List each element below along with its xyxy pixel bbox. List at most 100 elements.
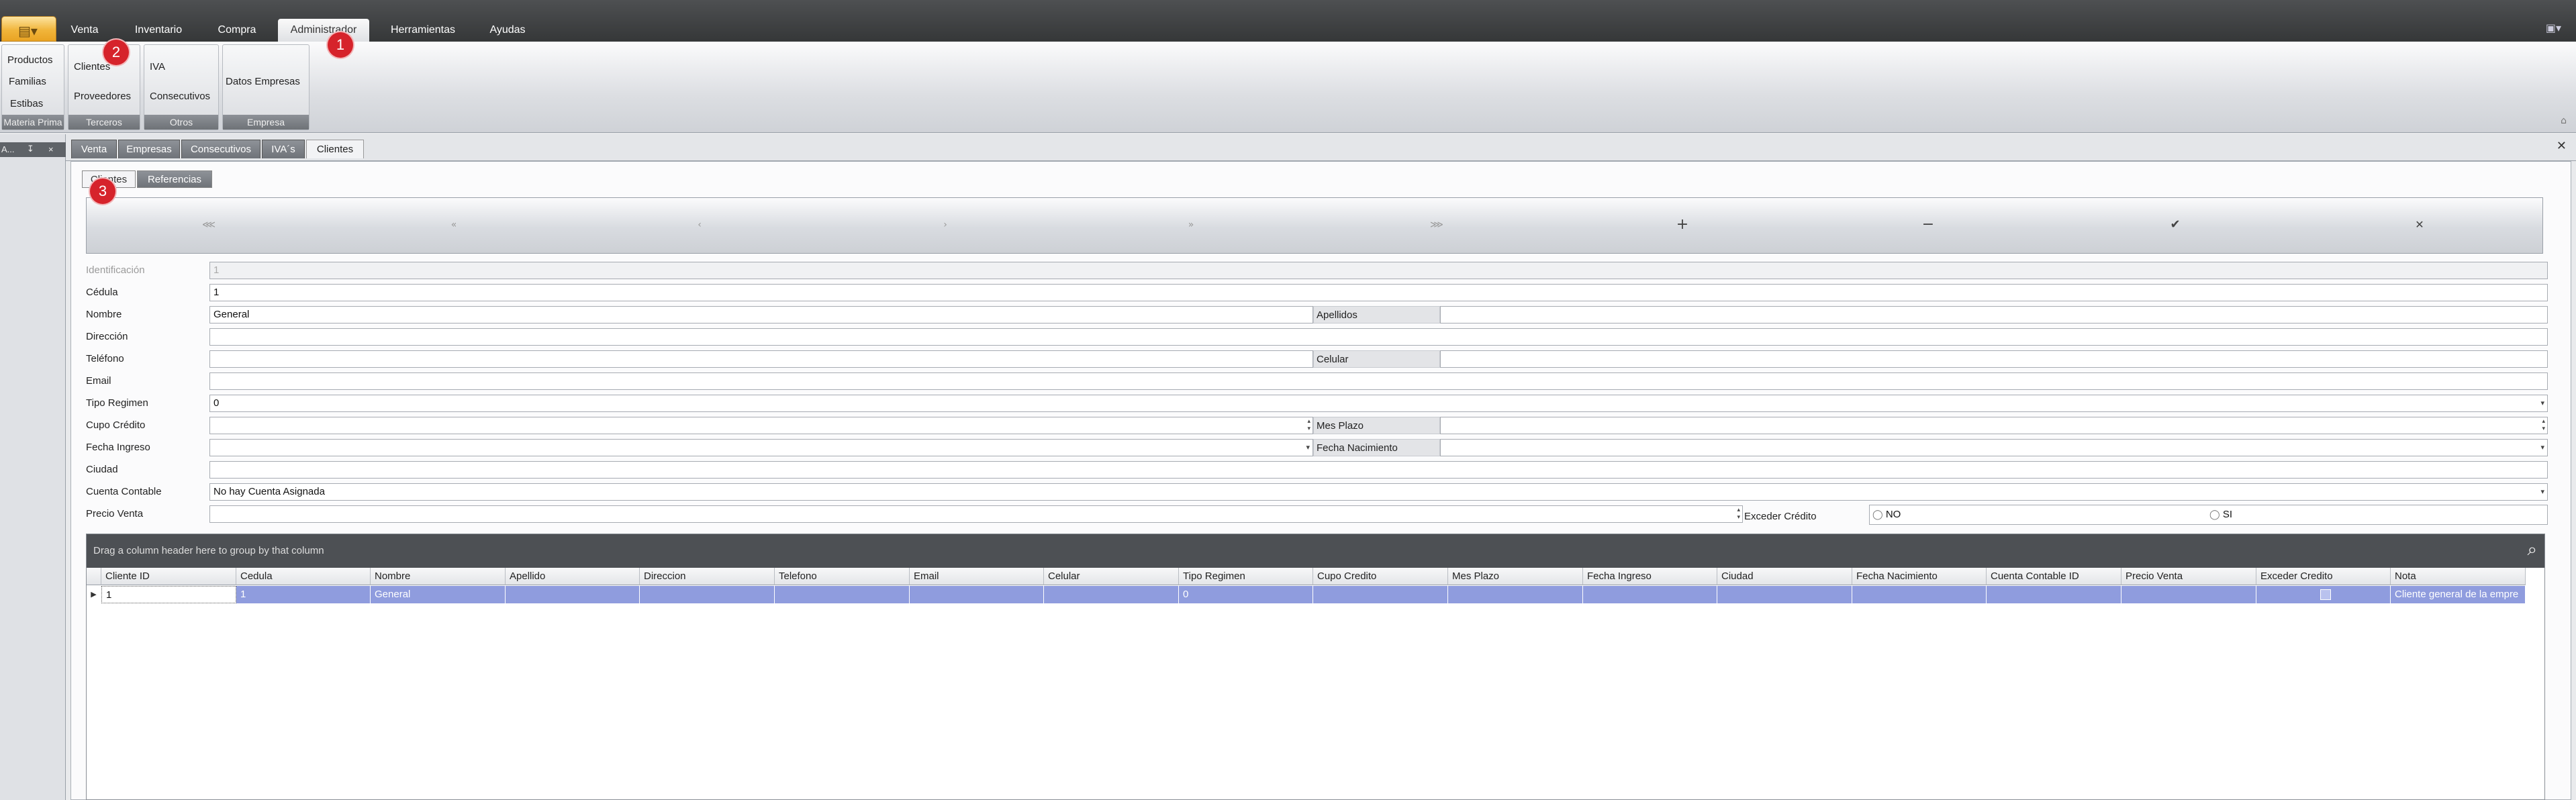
ribbon-tab-venta[interactable]: Venta <box>64 19 105 42</box>
column-header-cliente-id[interactable]: Cliente ID <box>101 568 236 585</box>
celular-field[interactable] <box>1440 350 2548 368</box>
grid-cell-cliente-id[interactable]: 1 <box>101 586 236 603</box>
spin-arrows-icon[interactable]: ▴ ▾ <box>1307 418 1310 433</box>
cedula-field[interactable]: 1 <box>209 284 2548 301</box>
ribbon-item-proveedores[interactable]: Proveedores <box>74 91 131 102</box>
add-record-icon[interactable]: + <box>1669 213 1696 236</box>
grid-cell-cupo-credito[interactable] <box>1313 586 1448 603</box>
radio-no[interactable]: ◯ NO <box>1872 507 1901 523</box>
next-page-icon[interactable]: » <box>1178 213 1204 236</box>
ribbon-item-datos-empresas[interactable]: Datos Empresas <box>226 76 300 87</box>
dock-pin-icon[interactable]: ↧ <box>27 142 34 157</box>
doc-tab-venta[interactable]: Venta <box>71 140 117 158</box>
doc-tab-consecutivos[interactable]: Consecutivos <box>181 140 260 158</box>
remove-record-icon[interactable]: − <box>1915 213 1942 236</box>
grid-cell-tipo-regimen[interactable]: 0 <box>1179 586 1313 603</box>
accept-record-icon[interactable]: ✔ <box>2162 213 2189 236</box>
doc-tab-empresas[interactable]: Empresas <box>118 140 180 158</box>
grid-cell-nombre[interactable]: General <box>371 586 506 603</box>
precio-venta-spinner[interactable]: ▴ ▾ <box>209 505 1743 523</box>
column-header-exceder-credito[interactable]: Exceder Credito <box>2256 568 2391 585</box>
prev-page-icon[interactable]: « <box>440 213 467 236</box>
doc-tab-ivas[interactable]: IVA´s <box>262 140 305 158</box>
ribbon-tab-compra[interactable]: Compra <box>213 19 260 42</box>
grid-cell-mes-plazo[interactable] <box>1448 586 1583 603</box>
quick-access-icon[interactable]: ▣▾ <box>2546 21 2561 34</box>
telefono-field[interactable] <box>209 350 1313 368</box>
checkbox-icon[interactable] <box>2320 589 2331 601</box>
grid-cell-nota[interactable]: Cliente general de la empre <box>2391 586 2526 603</box>
close-document-icon[interactable]: ✕ <box>2557 139 2567 153</box>
column-header-tipo-regimen[interactable]: Tipo Regimen <box>1179 568 1313 585</box>
column-header-nombre[interactable]: Nombre <box>371 568 506 585</box>
ciudad-field[interactable] <box>209 461 2548 479</box>
pin-ribbon-icon[interactable]: ⌂ <box>2561 115 2567 126</box>
spin-arrows-icon[interactable]: ▴ ▾ <box>2542 418 2545 433</box>
ribbon-tab-administrador[interactable]: Administrador <box>278 19 369 42</box>
spin-arrows-icon[interactable]: ▴ ▾ <box>1737 507 1740 521</box>
ribbon-item-familias[interactable]: Familias <box>9 76 46 87</box>
ribbon-tab-herramientas[interactable]: Herramientas <box>385 19 461 42</box>
column-header-cupo-credito[interactable]: Cupo Credito <box>1313 568 1448 585</box>
column-header-nota[interactable]: Nota <box>2391 568 2526 585</box>
column-header-email[interactable]: Email <box>910 568 1044 585</box>
ribbon-item-iva[interactable]: IVA <box>150 61 165 72</box>
column-header-direccion[interactable]: Direccion <box>640 568 775 585</box>
column-header-telefono[interactable]: Telefono <box>775 568 910 585</box>
grid-cell-cuenta-contable-id[interactable] <box>1987 586 2121 603</box>
prev-record-icon[interactable]: ‹ <box>686 213 713 236</box>
grid-cell-telefono[interactable] <box>775 586 910 603</box>
column-header-fecha-ingreso[interactable]: Fecha Ingreso <box>1583 568 1717 585</box>
apellidos-field[interactable] <box>1440 306 2548 323</box>
grid-cell-email[interactable] <box>910 586 1044 603</box>
radio-si[interactable]: ◯ SI <box>2209 507 2232 523</box>
doc-tab-clientes[interactable]: Clientes <box>306 140 364 158</box>
grid-cell-cedula[interactable]: 1 <box>236 586 371 603</box>
next-record-icon[interactable]: › <box>932 213 959 236</box>
column-header-cedula[interactable]: Cedula <box>236 568 371 585</box>
email-field[interactable] <box>209 372 2548 390</box>
chevron-down-icon[interactable]: ▾ <box>1306 440 1310 456</box>
grid-cell-fecha-nacimiento[interactable] <box>1852 586 1987 603</box>
cupo-credito-spinner[interactable]: ▴ ▾ <box>209 417 1313 434</box>
column-header-apellido[interactable]: Apellido <box>506 568 640 585</box>
grid-cell-fecha-ingreso[interactable] <box>1583 586 1717 603</box>
ribbon-tab-ayudas[interactable]: Ayudas <box>482 19 533 42</box>
first-record-icon[interactable]: ⋘ <box>195 213 222 236</box>
grid-cell-exceder-credito[interactable] <box>2256 586 2391 603</box>
column-header-fecha-nacimiento[interactable]: Fecha Nacimiento <box>1852 568 1987 585</box>
search-icon[interactable]: ⌕ <box>2527 540 2537 560</box>
chevron-down-icon[interactable]: ▾ <box>2540 440 2544 456</box>
tipo-regimen-select[interactable]: 0 ▾ <box>209 395 2548 412</box>
ribbon-tab-inventario[interactable]: Inventario <box>128 19 189 42</box>
nombre-field[interactable]: General <box>209 306 1313 323</box>
grid-cell-ciudad[interactable] <box>1717 586 1852 603</box>
dock-caption[interactable]: A... <box>1 142 15 157</box>
grid-cell-precio-venta[interactable] <box>2121 586 2256 603</box>
ribbon-item-productos[interactable]: Productos <box>7 54 53 66</box>
ribbon-item-estibas[interactable]: Estibas <box>10 98 43 109</box>
group-by-panel[interactable]: Drag a column header here to group by th… <box>87 534 2544 568</box>
ribbon-item-consecutivos[interactable]: Consecutivos <box>150 91 210 102</box>
grid-cell-apellido[interactable] <box>506 586 640 603</box>
dock-close-icon[interactable]: × <box>48 142 54 157</box>
column-header-precio-venta[interactable]: Precio Venta <box>2121 568 2256 585</box>
app-menu-button[interactable]: ▤▾ <box>1 16 56 42</box>
grid-cell-celular[interactable] <box>1044 586 1179 603</box>
column-header-mes-plazo[interactable]: Mes Plazo <box>1448 568 1583 585</box>
fecha-nacimiento-picker[interactable]: ▾ <box>1440 439 2548 456</box>
column-header-cuenta-contable-id[interactable]: Cuenta Contable ID <box>1987 568 2121 585</box>
ribbon-item-clientes[interactable]: Clientes <box>74 61 110 72</box>
last-record-icon[interactable]: ⋙ <box>1423 213 1450 236</box>
fecha-ingreso-picker[interactable]: ▾ <box>209 439 1313 456</box>
cuenta-contable-select[interactable]: No hay Cuenta Asignada ▾ <box>209 483 2548 501</box>
chevron-down-icon[interactable]: ▾ <box>2540 484 2544 500</box>
column-header-celular[interactable]: Celular <box>1044 568 1179 585</box>
subtab-referencias[interactable]: Referencias <box>137 170 212 188</box>
column-header-ciudad[interactable]: Ciudad <box>1717 568 1852 585</box>
chevron-down-icon[interactable]: ▾ <box>2540 395 2544 411</box>
grid-cell-direccion[interactable] <box>640 586 775 603</box>
cancel-record-icon[interactable]: ✕ <box>2406 213 2433 236</box>
mes-plazo-spinner[interactable]: ▴ ▾ <box>1440 417 2548 434</box>
direccion-field[interactable] <box>209 328 2548 346</box>
